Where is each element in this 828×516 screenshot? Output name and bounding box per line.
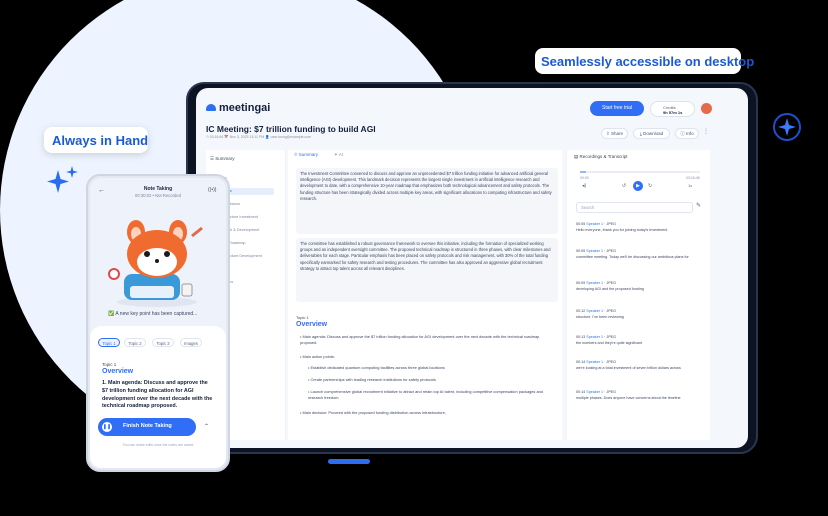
recordings-title: ▤ Recordings & Transcript [574, 154, 628, 159]
monitor-stand [328, 459, 370, 464]
topic-label: Topic 1 [102, 362, 117, 367]
download-button[interactable]: ⤓ Download [633, 128, 670, 139]
transcript-line[interactable]: 00:09 Speaker 1 · JPEG developing AGI and… [576, 281, 694, 292]
sparkle-icon [773, 113, 801, 141]
time-start: 00:00 [580, 176, 589, 180]
transcript-line[interactable]: 00:13 Speaker 1 · JPEG the numbers and th… [576, 335, 694, 346]
bullet-item: • Main action points: [300, 354, 335, 359]
overview-heading: Overview [296, 321, 328, 328]
pause-icon: ❚❚ [102, 422, 112, 432]
chevron-up-icon[interactable]: ⌃ [204, 423, 209, 430]
volume-icon[interactable]: ◂) [582, 183, 586, 189]
credits-badge[interactable]: Credits 9h 57m 1s [650, 101, 695, 117]
topic-label: Topic 1 [296, 315, 309, 320]
phone-screen: ← Note Taking 00:30:02 • Not Recorded ((… [90, 178, 226, 468]
tab-topic-3[interactable]: Topic 3 [152, 338, 174, 347]
desktop-callout: Seamlessly accessible on desktop [535, 48, 754, 74]
tab-topic-2[interactable]: Topic 2 [124, 338, 146, 347]
info-button[interactable]: ⓘ Info [675, 128, 699, 139]
hand-callout: Always in Hand [44, 127, 148, 153]
page-title: IC Meeting: $7 trillion funding to build… [206, 124, 376, 134]
phone-title: Note Taking [143, 186, 173, 192]
sparkle-icon [47, 166, 78, 193]
share-button[interactable]: ⇪ Share [601, 128, 628, 139]
edit-icon[interactable]: ✎ [696, 202, 701, 209]
more-icon[interactable]: ⋮ [703, 128, 709, 135]
summary-paragraph: The Investment Committee convened to dis… [296, 168, 558, 234]
sub-bullet-item: • Create partnerships with leading resea… [308, 377, 436, 382]
tab-topic-1[interactable]: Topic 1 [98, 338, 120, 347]
sidebar-heading: ☰ Summary [210, 156, 235, 161]
transcript-search-input[interactable]: Search [576, 202, 693, 213]
sub-bullet-item: • Establish dedicated quantum computing … [308, 365, 445, 370]
audio-progress-bar[interactable] [580, 170, 700, 174]
tab-images[interactable]: Images [180, 338, 202, 347]
tab-ai[interactable]: ✦ AI [334, 152, 343, 158]
finish-note-taking-button[interactable]: Finish Note Taking [98, 418, 196, 436]
bullet-item: • Main decision: Proceed with the propos… [300, 410, 446, 415]
meeting-meta: ⏱ 03:16:46 📅 Nov 3, 2023 13:11 PM 👤 user… [206, 135, 312, 139]
transcript-line[interactable]: 00:14 Speaker 1 · JPEG multiple phases. D… [576, 390, 694, 401]
avatar[interactable] [701, 103, 712, 114]
fox-mascot [108, 220, 203, 307]
time-end: 03:16:48 [686, 176, 700, 180]
play-button[interactable]: ▶ [633, 181, 643, 191]
summary-paragraph: The committee has established a robust g… [296, 238, 558, 302]
rewind-icon[interactable]: ↺ [622, 183, 626, 189]
toast-message: ✅ A new key point has been captured... [108, 311, 198, 317]
transcript-line[interactable]: 00:14 Speaker 1 · JPEG we're looking at a… [576, 360, 694, 371]
sub-bullet-item: • Launch comprehensive global recruitmen… [308, 389, 543, 400]
bullet-item: • Main agenda: Discuss and approve the $… [300, 334, 540, 345]
phone-timer: 00:30:02 • Not Recorded [135, 193, 181, 198]
start-trial-button[interactable]: Start free trial [590, 101, 644, 116]
app-logo[interactable]: meetingai [206, 102, 270, 114]
transcript-line[interactable]: 00:05 Speaker 1 · JPEG committee meeting.… [576, 249, 694, 260]
logo-icon [206, 104, 216, 111]
forward-icon[interactable]: ↻ [648, 183, 652, 189]
speed-button[interactable]: 1x [688, 183, 692, 188]
note-body: 1. Main agenda: Discuss and approve the … [102, 380, 213, 410]
overview-heading: Overview [102, 368, 134, 375]
audio-wave-icon[interactable]: ((•)) [208, 187, 216, 193]
desktop-screen: meetingai Start free trial Credits 9h 57m… [196, 88, 748, 448]
transcript-line[interactable]: 00:12 Speaker 1 · JPEG structure, I've be… [576, 309, 694, 320]
save-hint: You can make edits once the notes are sa… [122, 443, 194, 447]
transcript-line[interactable]: 00:05 Speaker 1 · JPEG Hello everyone, th… [576, 222, 694, 233]
tab-summary[interactable]: ⟐ Summary [294, 152, 318, 157]
